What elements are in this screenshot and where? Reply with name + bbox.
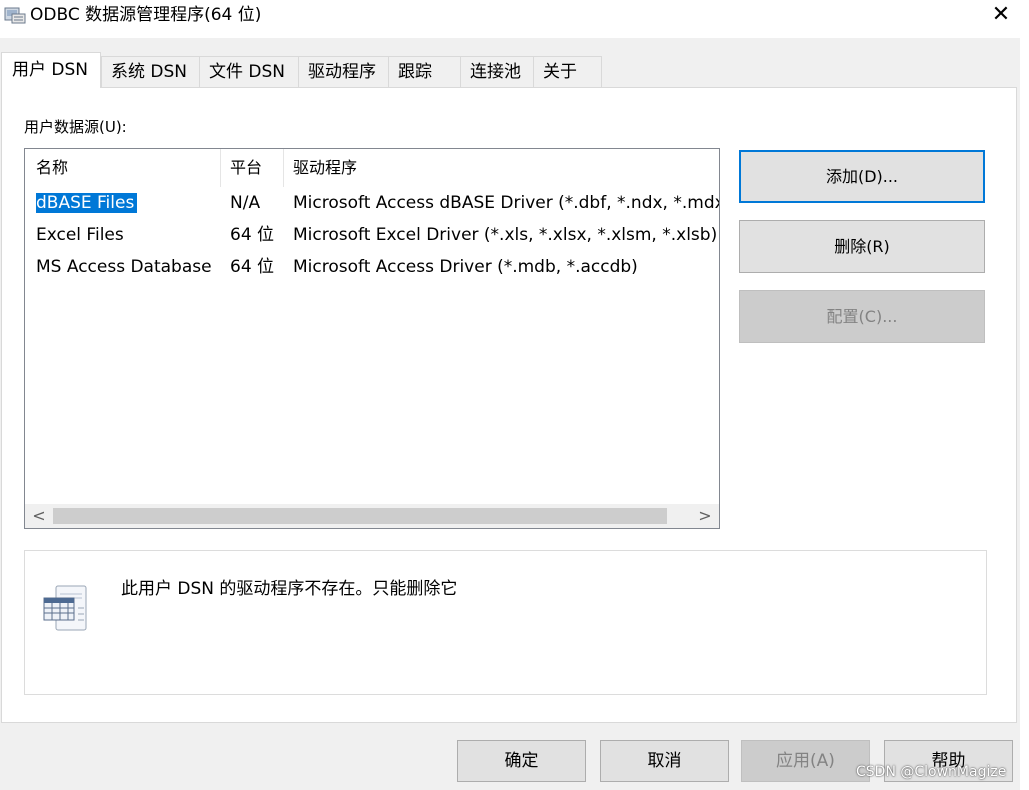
table-row[interactable]: MS Access Database 64 位 Microsoft Access… [25,251,719,283]
row-platform: 64 位 [230,257,275,277]
tab-file-dsn[interactable]: 文件 DSN [199,56,299,87]
tab-about[interactable]: 关于 [533,56,602,87]
tab-connection-pooling[interactable]: 连接池 [460,56,534,87]
scroll-left-icon[interactable]: < [27,504,51,528]
row-name: dBASE Files [36,193,138,213]
driver-missing-message: 此用户 DSN 的驱动程序不存在。只能删除它 [121,579,458,599]
tab-strip: 用户 DSN 系统 DSN 文件 DSN 驱动程序 跟踪 连接池 关于 [0,52,1020,88]
odbc-app-icon [4,5,26,25]
apply-button[interactable]: 应用(A) [741,740,870,782]
column-header-name[interactable]: 名称 [25,149,221,187]
window-title: ODBC 数据源管理程序(64 位) [30,5,262,25]
row-name: Excel Files [36,225,124,245]
table-row[interactable]: Excel Files 64 位 Microsoft Excel Driver … [25,219,719,251]
cancel-button[interactable]: 取消 [600,740,729,782]
driver-info-box [24,550,987,695]
window-edge [1020,38,1029,790]
ok-button[interactable]: 确定 [457,740,586,782]
remove-button[interactable]: 删除(R) [739,220,985,273]
table-row[interactable]: dBASE Files N/A Microsoft Access dBASE D… [25,187,719,219]
watermark: CSDN @ClownMagize [856,764,1007,780]
row-platform: 64 位 [230,225,275,245]
row-platform: N/A [230,193,261,213]
row-name: MS Access Database [36,257,212,277]
tab-system-dsn[interactable]: 系统 DSN [101,56,200,87]
row-driver: Microsoft Access Driver (*.mdb, *.accdb) [293,257,638,277]
configure-button[interactable]: 配置(C)... [739,290,985,343]
column-header-driver[interactable]: 驱动程序 [284,149,719,187]
add-button[interactable]: 添加(D)... [739,150,985,203]
tab-tracing[interactable]: 跟踪 [388,56,461,87]
data-source-icon [42,584,90,634]
user-dsn-list[interactable]: 名称 平台 驱动程序 dBASE Files N/A Microsoft Acc… [24,148,720,529]
close-icon[interactable]: ✕ [982,0,1020,30]
user-data-sources-label: 用户数据源(U): [24,118,127,136]
column-header-platform[interactable]: 平台 [221,149,284,187]
horizontal-scrollbar[interactable]: < > [25,504,719,528]
tab-drivers[interactable]: 驱动程序 [298,56,389,87]
tab-user-dsn[interactable]: 用户 DSN [1,52,101,88]
title-bar: ODBC 数据源管理程序(64 位) ✕ [0,0,1029,38]
row-driver: Microsoft Access dBASE Driver (*.dbf, *.… [293,193,719,213]
row-driver: Microsoft Excel Driver (*.xls, *.xlsx, *… [293,225,718,245]
scroll-right-icon[interactable]: > [693,504,717,528]
scrollbar-thumb[interactable] [53,508,667,524]
